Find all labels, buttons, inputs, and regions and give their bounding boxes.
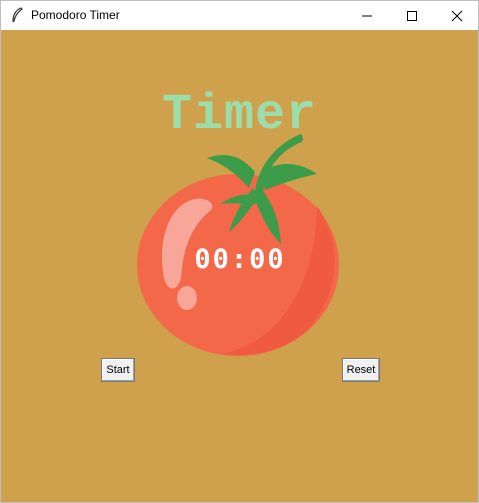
minimize-button[interactable] [344, 1, 390, 30]
close-icon [451, 10, 463, 21]
start-button[interactable]: Start [101, 358, 135, 382]
feather-icon [12, 7, 23, 23]
app-window: Pomodoro Timer Timer 00:00 Start Reset [0, 0, 479, 503]
minimize-icon [362, 15, 372, 16]
window-title: Pomodoro Timer [31, 8, 120, 22]
reset-button[interactable]: Reset [342, 358, 380, 382]
time-display: 00:00 [194, 244, 286, 275]
maximize-button[interactable] [389, 1, 435, 30]
title-bar[interactable]: Pomodoro Timer [1, 1, 478, 30]
close-button[interactable] [434, 1, 478, 30]
maximize-icon [407, 10, 417, 21]
